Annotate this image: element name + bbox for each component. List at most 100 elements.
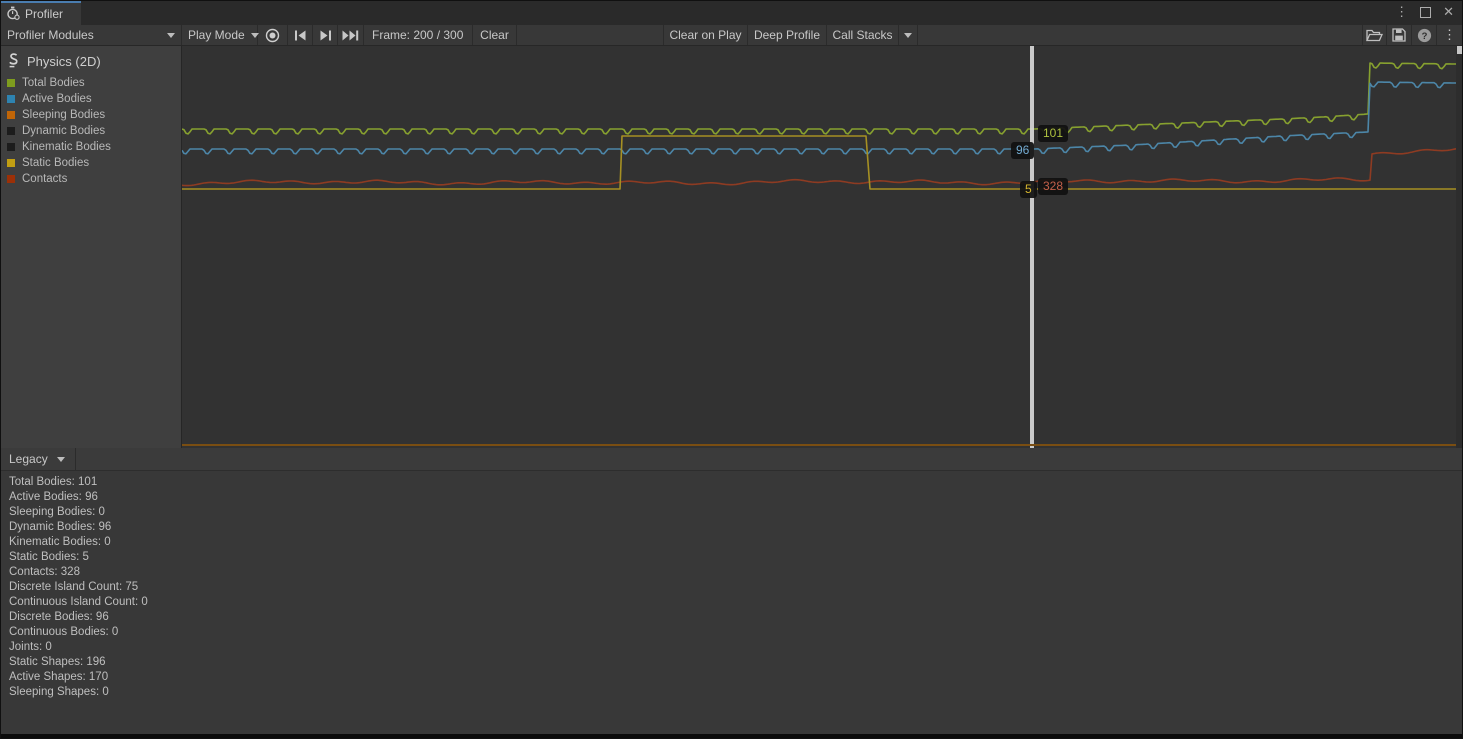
cursor-value-label: 101 xyxy=(1038,125,1068,142)
module-title: Physics (2D) xyxy=(27,54,101,69)
close-icon[interactable]: ✕ xyxy=(1443,4,1454,20)
legend-item-total-bodies[interactable]: Total Bodies xyxy=(7,75,181,91)
details-view-bar: Legacy xyxy=(1,448,1462,471)
stat-line-discrete-bodies: Discrete Bodies: 96 xyxy=(9,610,1462,625)
toolbar-gap xyxy=(517,25,663,45)
series-active-bodies xyxy=(182,82,1456,154)
physics2d-icon xyxy=(7,52,20,71)
record-button[interactable] xyxy=(258,25,288,45)
chart-scrollbar[interactable] xyxy=(1456,46,1463,448)
legend-item-contacts[interactable]: Contacts xyxy=(7,171,181,187)
help-button[interactable]: ? xyxy=(1412,25,1437,45)
play-mode-dropdown[interactable]: Play Mode xyxy=(182,25,258,45)
legend-label: Sleeping Bodies xyxy=(22,109,105,121)
legend-swatch xyxy=(7,175,15,183)
chart-scrollbar-thumb[interactable] xyxy=(1457,46,1463,54)
legend-label: Active Bodies xyxy=(22,93,92,105)
current-frame-button[interactable] xyxy=(338,25,364,45)
series-total-bodies xyxy=(182,63,1456,134)
window-menu-icon[interactable]: ⋮ xyxy=(1395,4,1408,20)
stat-line-kinematic-bodies: Kinematic Bodies: 0 xyxy=(9,535,1462,550)
tab-profiler[interactable]: Profiler xyxy=(1,1,81,25)
profiler-stopwatch-icon xyxy=(6,6,20,23)
cursor-value-label: 328 xyxy=(1038,178,1068,195)
legend-item-dynamic-bodies[interactable]: Dynamic Bodies xyxy=(7,123,181,139)
stat-line-dynamic-bodies: Dynamic Bodies: 96 xyxy=(9,520,1462,535)
toolbar-spacer xyxy=(918,25,1362,45)
title-bar: Profiler ⋮ ✕ xyxy=(1,1,1462,25)
skip-to-end-icon xyxy=(342,30,359,41)
stat-line-discrete-island-count: Discrete Island Count: 75 xyxy=(9,580,1462,595)
deep-profile-label: Deep Profile xyxy=(754,28,820,42)
legend-swatch xyxy=(7,159,15,167)
window-bottom-edge xyxy=(1,734,1462,738)
legend-item-active-bodies[interactable]: Active Bodies xyxy=(7,91,181,107)
save-icon xyxy=(1392,28,1406,42)
clear-on-play-label: Clear on Play xyxy=(669,28,741,42)
profiler-toolbar: Profiler Modules Play Mode xyxy=(1,25,1462,46)
clear-on-play-toggle[interactable]: Clear on Play xyxy=(663,25,748,45)
cursor-value-label: 96 xyxy=(1011,142,1034,159)
legend-swatch xyxy=(7,111,15,119)
legend-label: Contacts xyxy=(22,173,67,185)
chevron-down-icon xyxy=(57,457,65,462)
chevron-down-icon xyxy=(904,33,912,38)
prev-frame-icon xyxy=(294,30,307,41)
chart-area[interactable]: 10196 5328 xyxy=(182,46,1463,448)
call-stacks-dropdown[interactable] xyxy=(899,25,918,45)
stat-line-continuous-bodies: Continuous Bodies: 0 xyxy=(9,625,1462,640)
details-view-dropdown[interactable]: Legacy xyxy=(1,448,76,470)
chevron-down-icon xyxy=(167,33,175,38)
legend-label: Static Bodies xyxy=(22,157,89,169)
module-sidebar: Physics (2D) Total Bodies Active Bodies Sl… xyxy=(1,46,182,448)
cursor-value-label: 5 xyxy=(1020,181,1037,198)
legend-item-kinematic-bodies[interactable]: Kinematic Bodies xyxy=(7,139,181,155)
open-folder-icon xyxy=(1366,28,1383,42)
legend-swatch xyxy=(7,127,15,135)
deep-profile-toggle[interactable]: Deep Profile xyxy=(748,25,827,45)
stat-line-continuous-island-count: Continuous Island Count: 0 xyxy=(9,595,1462,610)
next-frame-icon xyxy=(319,30,332,41)
module-legend: Total Bodies Active Bodies Sleeping Bodies… xyxy=(1,75,181,187)
chart-svg xyxy=(182,46,1463,448)
stat-line-joints: Joints: 0 xyxy=(9,640,1462,655)
load-profile-button[interactable] xyxy=(1362,25,1387,45)
maximize-icon[interactable] xyxy=(1420,7,1431,18)
legend-label: Total Bodies xyxy=(22,77,85,89)
legend-label: Kinematic Bodies xyxy=(22,141,111,153)
help-icon: ? xyxy=(1417,28,1432,43)
record-icon xyxy=(265,28,280,43)
stat-line-sleeping-shapes: Sleeping Shapes: 0 xyxy=(9,685,1462,700)
play-mode-label: Play Mode xyxy=(188,28,245,42)
next-frame-button[interactable] xyxy=(313,25,338,45)
legend-label: Dynamic Bodies xyxy=(22,125,105,137)
stat-line-static-shapes: Static Shapes: 196 xyxy=(9,655,1462,670)
profiler-modules-dropdown[interactable]: Profiler Modules xyxy=(1,25,182,45)
stat-line-contacts: Contacts: 328 xyxy=(9,565,1462,580)
stat-line-active-shapes: Active Shapes: 170 xyxy=(9,670,1462,685)
details-pane: Total Bodies: 101Active Bodies: 96Sleepi… xyxy=(1,471,1462,736)
module-header[interactable]: Physics (2D) xyxy=(1,46,181,75)
save-profile-button[interactable] xyxy=(1387,25,1412,45)
call-stacks-toggle[interactable]: Call Stacks xyxy=(827,25,899,45)
svg-text:?: ? xyxy=(1421,31,1427,42)
legend-item-sleeping-bodies[interactable]: Sleeping Bodies xyxy=(7,107,181,123)
legend-item-static-bodies[interactable]: Static Bodies xyxy=(7,155,181,171)
context-menu-button[interactable]: ⋮ xyxy=(1437,25,1462,45)
profiler-window: Profiler ⋮ ✕ Profiler Modules Play Mode xyxy=(0,0,1463,739)
playhead-line[interactable] xyxy=(1030,46,1034,448)
frame-counter-label: Frame: 200 / 300 xyxy=(372,28,463,42)
stat-line-total-bodies: Total Bodies: 101 xyxy=(9,475,1462,490)
frame-counter: Frame: 200 / 300 xyxy=(364,25,473,45)
stat-line-active-bodies: Active Bodies: 96 xyxy=(9,490,1462,505)
call-stacks-label: Call Stacks xyxy=(832,28,892,42)
chart-bottom-border xyxy=(182,444,1463,446)
series-contacts xyxy=(182,149,1456,186)
clear-label: Clear xyxy=(480,28,509,42)
stat-line-static-bodies: Static Bodies: 5 xyxy=(9,550,1462,565)
stat-line-sleeping-bodies: Sleeping Bodies: 0 xyxy=(9,505,1462,520)
window-controls: ⋮ ✕ xyxy=(1395,1,1454,23)
clear-button[interactable]: Clear xyxy=(473,25,517,45)
profiler-modules-label: Profiler Modules xyxy=(7,28,94,42)
prev-frame-button[interactable] xyxy=(288,25,313,45)
